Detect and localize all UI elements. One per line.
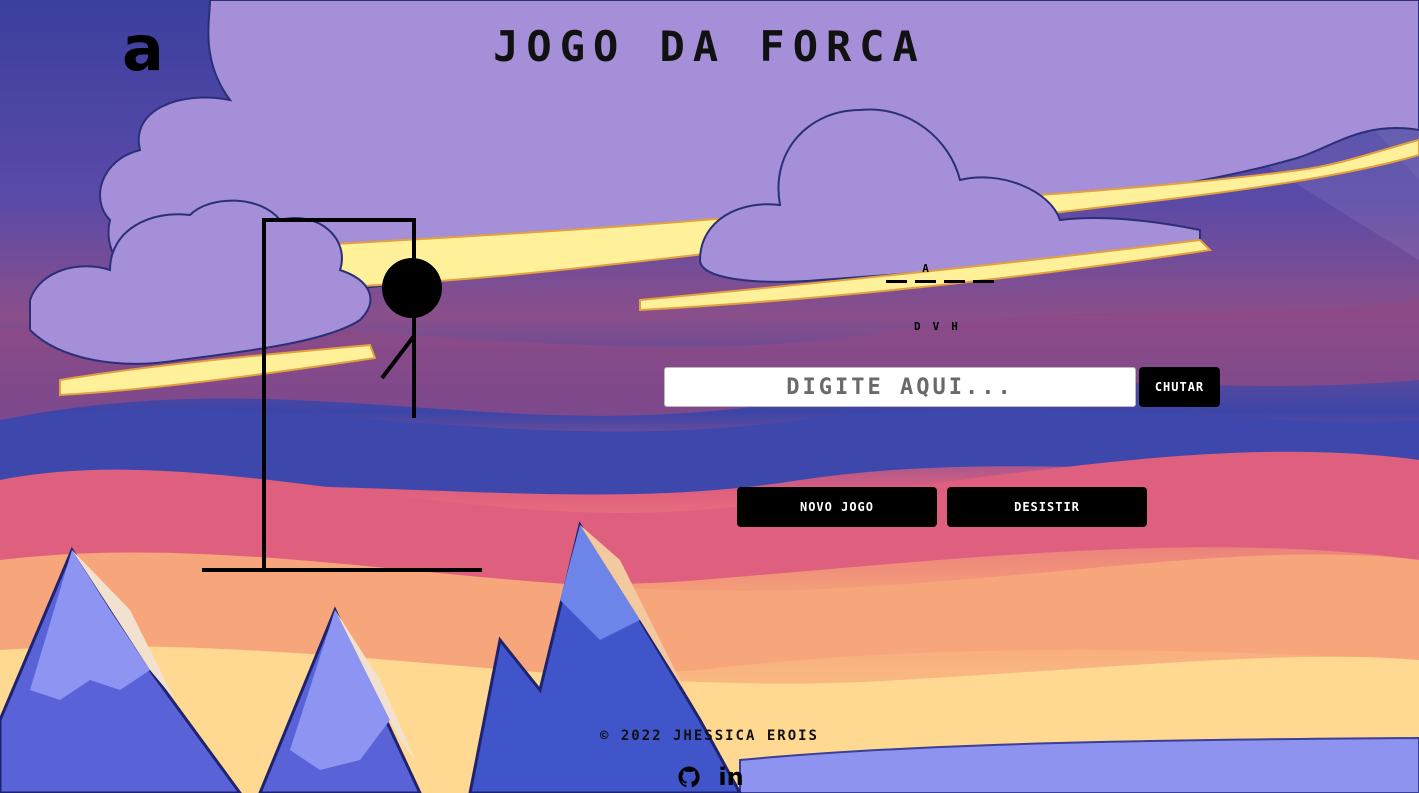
wrong-letters: D V H [914,320,958,333]
social-links: in [676,764,744,790]
github-icon[interactable] [676,764,702,790]
page-title: Jogo da Forca [493,22,926,71]
guess-input[interactable] [664,367,1136,407]
give-up-button[interactable]: Desistir [947,487,1147,527]
slot-underline [973,280,994,283]
letter-slot [886,262,907,283]
footer-copyright: © 2022 Jhessica Erois [599,728,819,744]
wrong-letter: D [914,320,921,333]
letter-slot [973,262,994,283]
linkedin-icon[interactable]: in [718,764,744,790]
hangman-left-arm [380,334,416,380]
guess-button[interactable]: Chutar [1139,367,1220,407]
letter-slot [944,262,965,283]
slot-underline [915,280,936,283]
wrong-letter: V [932,320,940,333]
hangman-gallows [202,218,482,572]
slot-underline [886,280,907,283]
wrong-letter: H [951,320,958,333]
word-slots: A [886,262,994,283]
letter-slot: A [915,262,936,283]
linkedin-glyph: in [718,763,744,791]
slot-underline [944,280,965,283]
new-game-button[interactable]: Novo Jogo [737,487,937,527]
slot-letter: A [922,262,929,275]
hangman-head [382,258,442,318]
